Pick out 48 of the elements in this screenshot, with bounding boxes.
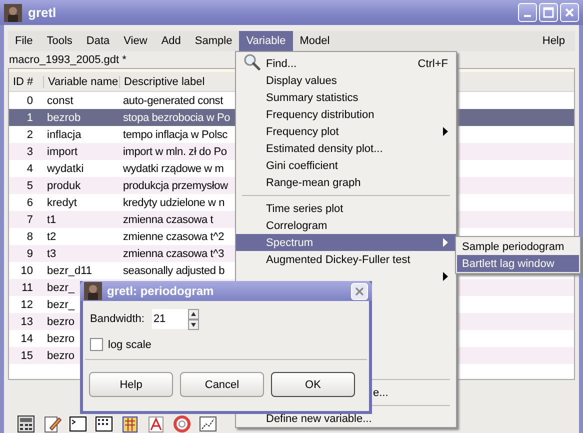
table-cell-text: bezrob — [46, 112, 81, 124]
table-cell-text: 14 — [20, 332, 34, 344]
table-cell-text: import w mln. zł do Po — [122, 146, 227, 158]
table-cell-text: 1 — [26, 112, 34, 124]
table-cell-text: 5 — [26, 180, 34, 192]
table-cell-text: 6 — [26, 196, 34, 208]
table-cell-text: bezro — [46, 332, 75, 344]
table-cell-text: stopa bezrobocia w Po — [122, 112, 230, 124]
window-title: gretl — [28, 5, 58, 20]
table-cell-text: 2 — [26, 128, 34, 140]
table-cell-text: t1 — [46, 214, 56, 226]
table-cell-text: const — [46, 94, 74, 106]
table-cell-text: zmienna czasowa t — [122, 214, 214, 226]
checkbox-label: log scale — [108, 338, 152, 350]
table-cell-text: bezr_d11 — [46, 264, 92, 276]
file-name: macro_1993_2005.gdt * — [9, 54, 126, 66]
table-cell-text: 7 — [26, 214, 34, 226]
table-cell-text: zmienne czasowa t^2 — [122, 230, 224, 242]
table-cell-text: 4 — [26, 162, 34, 174]
table-cell-text: bezro — [46, 316, 75, 328]
table-cell-text: produk — [46, 180, 81, 192]
table-cell-text: bezr_ — [46, 282, 75, 294]
table-cell-text: 0 — [26, 94, 34, 106]
table-cell-text: wydatki rządowe w m — [122, 162, 224, 174]
dialog-title: gretl: periodogram — [107, 284, 214, 298]
table-cell-text: 8 — [26, 230, 34, 242]
table-cell-text: seasonally adjusted b — [122, 264, 225, 276]
table-cell-text: 12 — [20, 298, 34, 310]
table-cell-text: 13 — [20, 316, 34, 328]
table-cell-text: 11 — [22, 282, 34, 294]
table-cell-text: wydatki — [46, 162, 84, 174]
table-cell-text: kredyty udzielone w n — [122, 196, 225, 208]
table-cell-text: inflacja — [46, 128, 82, 140]
bandwidth-label: Bandwidth: — [90, 312, 144, 325]
table-cell-text: produkcja przemysłow — [122, 180, 228, 192]
table-cell-text: kredyt — [46, 196, 77, 208]
table-cell-text: t2 — [46, 230, 56, 242]
table-cell-text: 9 — [26, 248, 34, 260]
table-cell-text: t3 — [46, 248, 56, 260]
table-cell-text: bezro — [46, 350, 75, 362]
table-cell-text: tempo inflacja w Polsc — [122, 128, 228, 140]
table-cell-text: 15 — [20, 350, 34, 362]
table-cell-text: zmienna czasowa t^3 — [122, 248, 224, 260]
table-cell-text: auto-generated const — [122, 94, 223, 106]
table-cell-text: 3 — [26, 146, 34, 158]
table-cell-text: bezr_ — [46, 298, 75, 310]
table-cell-text: import — [46, 146, 78, 158]
table-cell-text: 10 — [20, 264, 34, 276]
